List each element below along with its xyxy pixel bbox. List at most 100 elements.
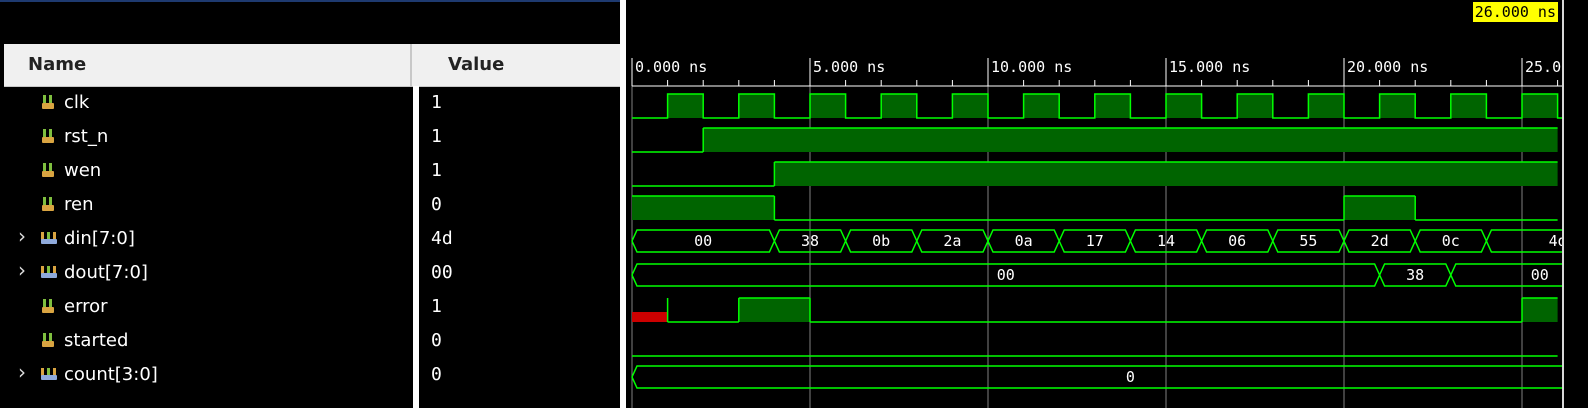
- dout-bus-value: 38: [1406, 266, 1424, 284]
- clk-high-fill: [667, 94, 704, 118]
- ren-high-fill: [1344, 196, 1416, 220]
- ren-high-fill: [632, 196, 775, 220]
- error-high-fill: [1522, 298, 1558, 322]
- time-label: 5.000 ns: [813, 58, 885, 76]
- signal-name: din[7:0]: [64, 228, 135, 249]
- error-high-fill: [738, 298, 810, 322]
- name-column-header[interactable]: Name: [4, 44, 412, 86]
- signal-bit-icon: [40, 94, 56, 110]
- value-column-header[interactable]: Value: [418, 44, 620, 86]
- value-row[interactable]: 1: [419, 290, 620, 324]
- time-label: 15.000 ns: [1169, 58, 1250, 76]
- din-bus-value: 0c: [1442, 232, 1460, 250]
- clk-high-fill: [1237, 94, 1273, 118]
- din-bus-value: 06: [1228, 232, 1246, 250]
- clk-high-fill: [881, 94, 917, 118]
- signal-bus-icon: [40, 264, 57, 280]
- signal-name: started: [64, 330, 129, 351]
- din-bus-value: 14: [1157, 232, 1175, 250]
- din-bus-value: 2a: [943, 232, 961, 250]
- time-label: 20.000 ns: [1347, 58, 1428, 76]
- clk-high-fill: [1308, 94, 1344, 118]
- signal-row-din70[interactable]: › din[7:0]: [4, 222, 413, 256]
- signal-name: rst_n: [64, 126, 109, 147]
- signal-row-wen[interactable]: wen: [4, 154, 413, 188]
- signal-value: 0: [431, 330, 442, 351]
- din-bus-value: 38: [801, 232, 819, 250]
- clk-high-fill: [952, 94, 988, 118]
- clk-high-fill: [738, 94, 775, 118]
- count-bus-value: 0: [1126, 368, 1135, 386]
- vertical-scrollbar[interactable]: [1562, 0, 1588, 408]
- signal-name: ren: [64, 194, 94, 215]
- cursor-time-label[interactable]: 26.000 ns: [1472, 2, 1558, 22]
- din-bus-value: 55: [1299, 232, 1317, 250]
- value-row[interactable]: 4d: [419, 222, 620, 256]
- signal-value: 0: [431, 194, 442, 215]
- clk-high-fill: [1522, 94, 1558, 118]
- rst_n-high-fill: [703, 128, 1558, 152]
- signal-row-started[interactable]: started: [4, 324, 413, 358]
- signal-name: wen: [64, 160, 102, 181]
- din-bus-value: 4d: [1549, 232, 1562, 250]
- din-bus-value: 0b: [872, 232, 890, 250]
- time-label: 0.000 ns: [635, 58, 707, 76]
- dout-bus-value: 00: [1531, 266, 1549, 284]
- name-column-label: Name: [28, 54, 87, 75]
- clk-high-fill: [1166, 94, 1202, 118]
- waveform-canvas[interactable]: 0.000 ns 5.000 ns 10.000 ns 15.000 ns 20.000…: [626, 0, 1562, 408]
- signal-bit-icon: [40, 196, 56, 212]
- din-bus-value: 00: [694, 232, 712, 250]
- value-row[interactable]: 00: [419, 256, 620, 290]
- signal-row-count30[interactable]: › count[3:0]: [4, 358, 413, 392]
- signal-value: 1: [431, 160, 442, 181]
- signal-bit-icon: [40, 128, 56, 144]
- signal-value: 1: [431, 296, 442, 317]
- din-bus-value: 0a: [1015, 232, 1033, 250]
- din-bus-value: 17: [1086, 232, 1104, 250]
- signal-name: error: [64, 296, 108, 317]
- signal-name: dout[7:0]: [64, 262, 148, 283]
- waveform-view[interactable]: 0.000 ns 5.000 ns 10.000 ns 15.000 ns 20.000…: [626, 0, 1562, 408]
- count-bus-segment: [631, 365, 1562, 389]
- value-row[interactable]: 1: [419, 86, 620, 120]
- clk-high-fill: [1379, 94, 1416, 118]
- signal-row-ren[interactable]: ren: [4, 188, 413, 222]
- expand-chevron-icon[interactable]: ›: [18, 360, 26, 384]
- value-row[interactable]: 1: [419, 120, 620, 154]
- value-row[interactable]: 0: [419, 358, 620, 392]
- clk-high-fill: [810, 94, 846, 118]
- signal-row-dout70[interactable]: › dout[7:0]: [4, 256, 413, 290]
- expand-chevron-icon[interactable]: ›: [18, 224, 26, 248]
- signal-value: 1: [431, 126, 442, 147]
- clk-high-fill: [1023, 94, 1060, 118]
- din-bus-value: 2d: [1371, 232, 1389, 250]
- time-label: 25.000 ns: [1525, 58, 1562, 76]
- signal-value: 0: [431, 364, 442, 385]
- signal-bus-icon: [40, 366, 57, 382]
- expand-chevron-icon[interactable]: ›: [18, 258, 26, 282]
- signal-value: 4d: [431, 228, 453, 249]
- names-pane-top-band: [0, 0, 624, 44]
- signal-row-error[interactable]: error: [4, 290, 413, 324]
- column-header: Name Value: [4, 44, 620, 87]
- clk-high-fill: [1450, 94, 1487, 118]
- signal-bit-icon: [40, 298, 56, 314]
- signal-row-clk[interactable]: clk: [4, 86, 413, 120]
- value-column-label: Value: [448, 54, 505, 75]
- clk-high-fill: [1094, 94, 1131, 118]
- value-row[interactable]: 0: [419, 324, 620, 358]
- signal-bus-icon: [40, 230, 57, 246]
- time-label: 10.000 ns: [991, 58, 1072, 76]
- wen-high-fill: [774, 162, 1558, 186]
- value-row[interactable]: 0: [419, 188, 620, 222]
- value-row[interactable]: 1: [419, 154, 620, 188]
- signal-bit-icon: [40, 332, 56, 348]
- signal-value: 00: [431, 262, 453, 283]
- unknown-value-region: [632, 312, 668, 322]
- signal-name: count[3:0]: [64, 364, 158, 385]
- signal-row-rst_n[interactable]: rst_n: [4, 120, 413, 154]
- signal-value: 1: [431, 92, 442, 113]
- signal-name: clk: [64, 92, 90, 113]
- signal-bit-icon: [40, 162, 56, 178]
